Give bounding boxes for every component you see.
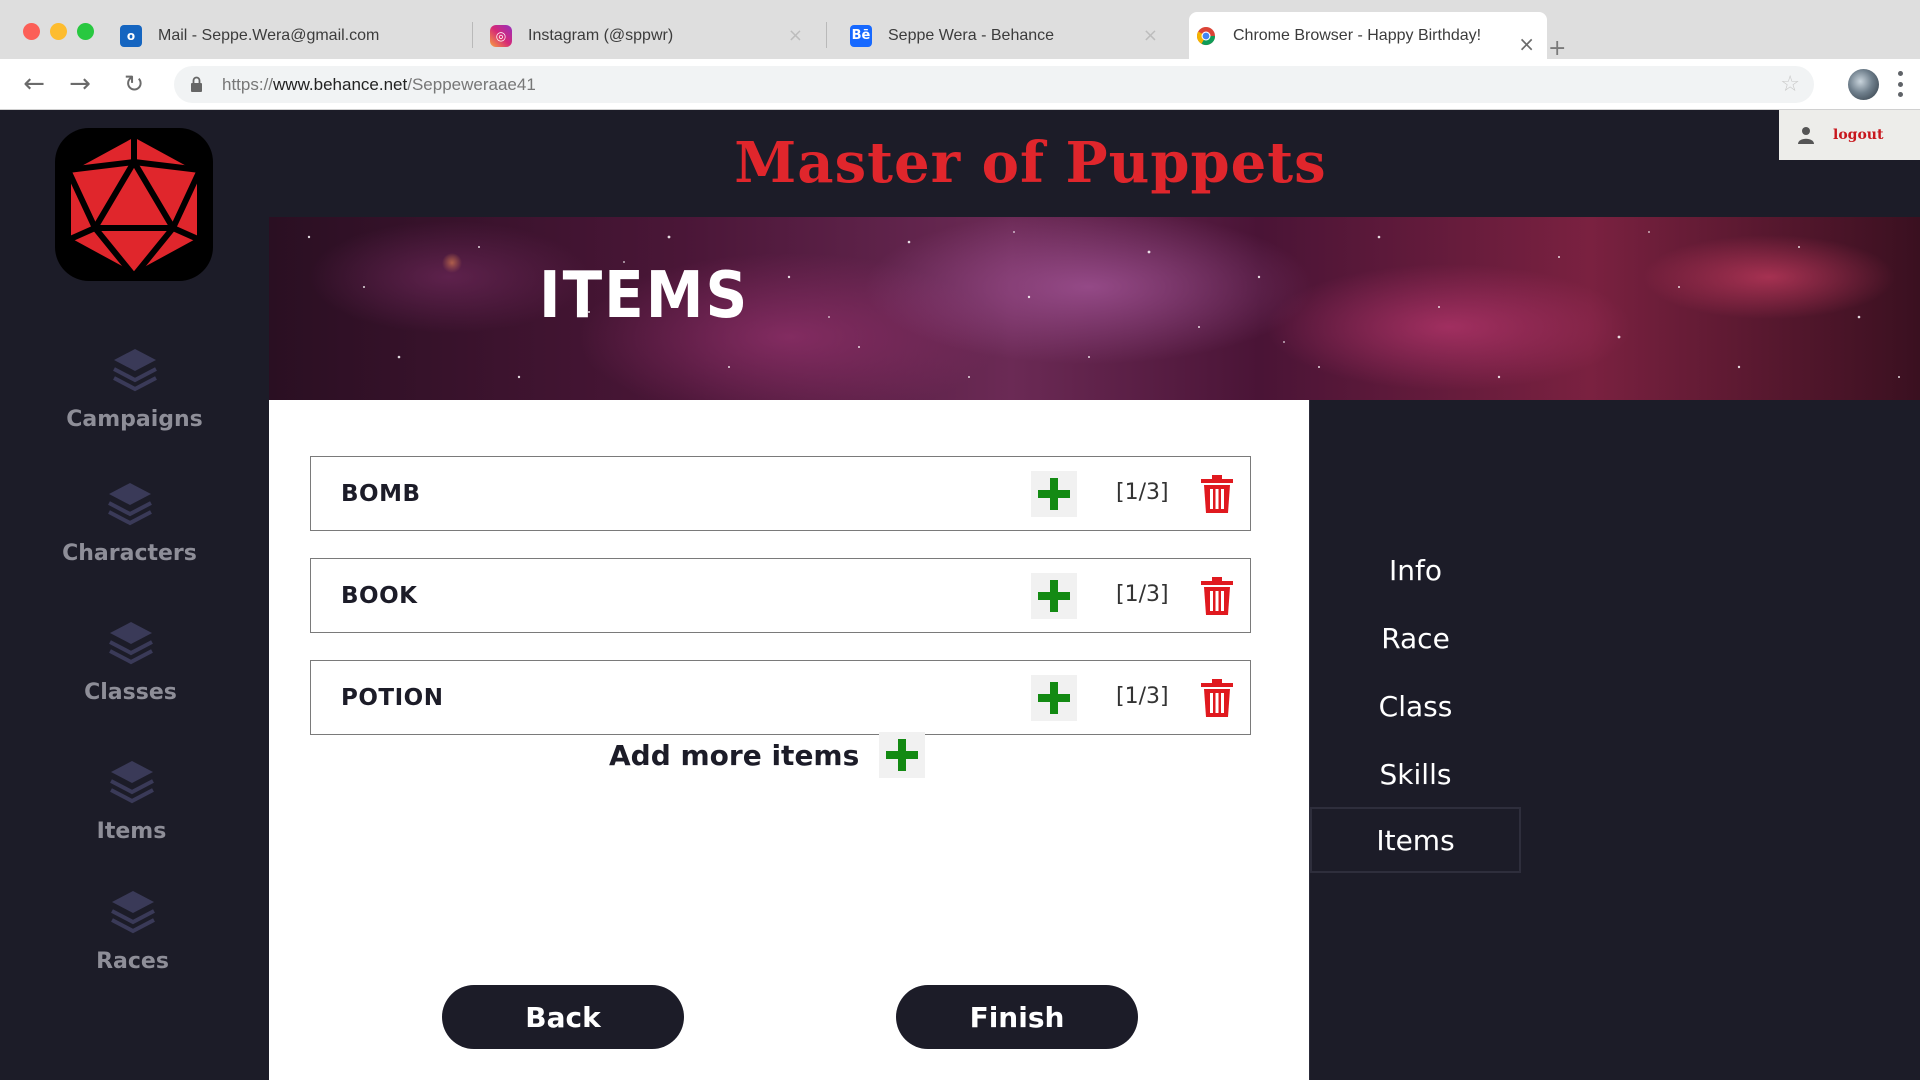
sidebar-item-label: Races	[96, 949, 169, 974]
behance-icon: Bē	[850, 24, 872, 47]
browser-toolbar: ← → ↻ https://www.behance.net/Seppeweraa…	[0, 59, 1920, 110]
list-item: POTION [1/3]	[310, 660, 1251, 735]
lock-icon	[191, 76, 202, 92]
tab-title: Instagram (@sppwr)	[528, 26, 674, 44]
sidebar-item-characters[interactable]: Characters	[0, 479, 264, 566]
increment-button[interactable]	[1031, 675, 1077, 721]
plus-icon	[1038, 682, 1070, 714]
layers-icon	[110, 891, 155, 934]
layers-icon	[108, 622, 153, 665]
item-name: BOOK	[341, 583, 418, 609]
close-icon[interactable]: ×	[1518, 32, 1535, 56]
new-tab-icon[interactable]: +	[1548, 38, 1566, 60]
address-bar[interactable]: https://www.behance.net/Seppeweraae41 ☆	[174, 66, 1814, 103]
tab-mail[interactable]: o Mail - Seppe.Wera@gmail.com	[120, 12, 470, 59]
logout-label: logout	[1833, 127, 1884, 143]
sidebar-item-label: Items	[96, 819, 167, 844]
app: Campaigns Characters Classes Items Races…	[0, 110, 1920, 1080]
chrome-icon	[1195, 25, 1217, 47]
sidebar-item-classes[interactable]: Classes	[0, 618, 265, 705]
plus-icon	[886, 739, 919, 771]
url-text: https://www.behance.net/Seppeweraae41	[222, 75, 536, 94]
banner-title: ITEMS	[539, 257, 750, 333]
item-name: BOMB	[341, 481, 421, 507]
sidebar-item-campaigns[interactable]: Campaigns	[0, 345, 269, 432]
add-more-items-label: Add more items	[609, 738, 860, 772]
profile-avatar[interactable]	[1848, 69, 1879, 100]
step-class[interactable]: Class	[1310, 673, 1521, 739]
stars-decoration	[307, 231, 1900, 379]
close-icon[interactable]: ×	[788, 25, 803, 46]
step-race[interactable]: Race	[1310, 605, 1521, 671]
instagram-icon: ◎	[490, 24, 512, 47]
trash-icon[interactable]	[1200, 474, 1234, 514]
step-info[interactable]: Info	[1310, 537, 1521, 603]
menu-kebab-icon[interactable]	[1898, 71, 1904, 97]
add-item-button[interactable]	[879, 732, 926, 778]
wizard-steps-nav: Info Race Class Skills Items	[1309, 400, 1920, 1080]
logout-button[interactable]: logout	[1779, 110, 1920, 160]
increment-button[interactable]	[1031, 471, 1077, 517]
plus-icon	[1038, 478, 1070, 510]
layers-icon	[112, 349, 157, 392]
item-count: [1/3]	[1116, 684, 1169, 709]
increment-button[interactable]	[1031, 573, 1077, 619]
banner-nebula-image: ITEMS	[269, 217, 1920, 400]
tab-title: Chrome Browser - Happy Birthday!	[1233, 26, 1482, 44]
back-arrow-icon[interactable]: ←	[19, 69, 49, 99]
step-items[interactable]: Items	[1310, 807, 1521, 873]
outlook-icon: o	[120, 24, 142, 47]
finish-button[interactable]: Finish	[896, 985, 1138, 1049]
trash-icon[interactable]	[1200, 576, 1234, 616]
forward-arrow-icon[interactable]: →	[65, 69, 95, 99]
list-item: BOMB [1/3]	[310, 456, 1251, 531]
browser-tab-bar: o Mail - Seppe.Wera@gmail.com ◎ Instagra…	[0, 0, 1920, 60]
trash-icon[interactable]	[1200, 678, 1234, 718]
tab-title: Mail - Seppe.Wera@gmail.com	[158, 26, 380, 44]
tab-chrome-active[interactable]: Chrome Browser - Happy Birthday! ×	[1189, 12, 1547, 59]
tab-instagram[interactable]: ◎ Instagram (@sppwr) ×	[490, 12, 815, 59]
window-zoom-button[interactable]	[77, 23, 94, 40]
reload-icon[interactable]: ↻	[119, 69, 149, 99]
sidebar-item-label: Characters	[62, 541, 197, 566]
sidebar-item-races[interactable]: Races	[0, 887, 267, 974]
list-item: BOOK [1/3]	[310, 558, 1251, 633]
add-more-items[interactable]: Add more items	[609, 730, 926, 780]
layers-icon	[107, 483, 152, 526]
tab-behance[interactable]: Bē Seppe Wera - Behance ×	[850, 12, 1170, 59]
close-icon[interactable]: ×	[1143, 25, 1158, 46]
items-editor-panel: BOMB [1/3] BOOK [1/3] POTION [1/3] Add m…	[269, 400, 1309, 1080]
d20-logo-icon[interactable]	[55, 128, 213, 281]
page-title: Master of Puppets	[734, 130, 1327, 196]
window-close-button[interactable]	[23, 23, 40, 40]
layers-icon	[109, 761, 154, 804]
item-name: POTION	[341, 685, 444, 711]
step-skills[interactable]: Skills	[1310, 741, 1521, 807]
sidebar-item-label: Classes	[84, 680, 177, 705]
back-button[interactable]: Back	[442, 985, 684, 1049]
sidebar-item-label: Campaigns	[66, 407, 203, 432]
tab-title: Seppe Wera - Behance	[888, 26, 1055, 44]
sidebar: Campaigns Characters Classes Items Races	[0, 110, 269, 1080]
user-icon	[1798, 127, 1814, 144]
sidebar-item-items[interactable]: Items	[0, 757, 266, 844]
item-count: [1/3]	[1116, 582, 1169, 607]
plus-icon	[1038, 580, 1070, 612]
window-minimize-button[interactable]	[50, 23, 67, 40]
bookmark-star-icon[interactable]: ☆	[1780, 72, 1800, 97]
item-count: [1/3]	[1116, 480, 1169, 505]
